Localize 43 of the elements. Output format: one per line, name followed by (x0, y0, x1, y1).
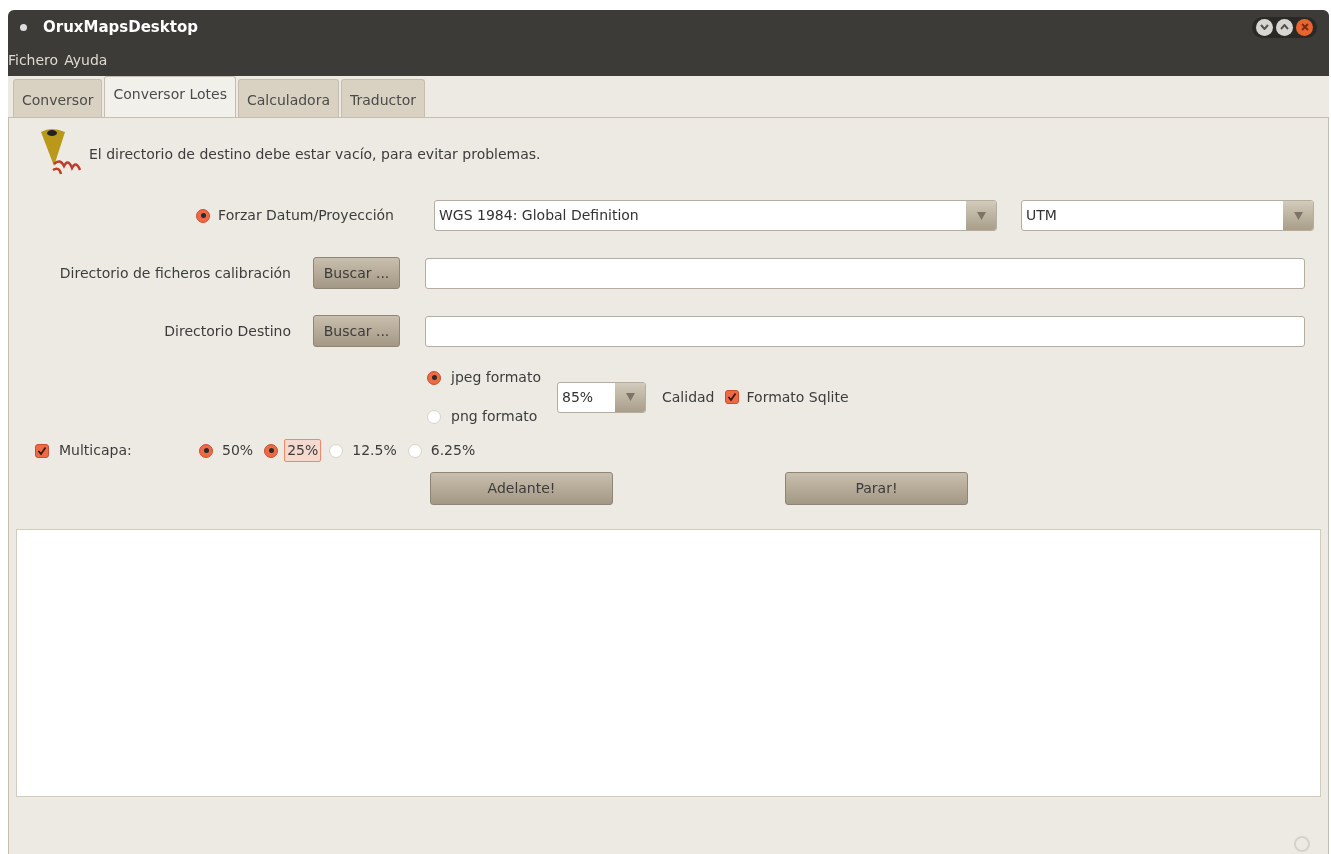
radio-button[interactable] (196, 208, 211, 223)
caret-icon (625, 393, 635, 401)
tab[interactable]: Traductor (341, 79, 426, 117)
action-button[interactable]: Parar! (785, 472, 968, 505)
radio-label: 25% (284, 439, 322, 462)
checkbox[interactable] (35, 443, 49, 458)
dropdown[interactable]: UTM (1021, 200, 1314, 231)
caret-icon (976, 211, 986, 220)
checkbox-label: Multicapa: (59, 441, 133, 460)
tab[interactable]: Conversor Lotes (104, 76, 236, 117)
dropdown[interactable]: WGS 1984: Global Definition (434, 200, 997, 231)
tab[interactable]: Calculadora (237, 79, 339, 117)
checkbox-label: Formato Sqlite (746, 387, 849, 407)
radio-label: png formato (451, 407, 538, 426)
menu-item[interactable]: Ayuda (64, 49, 108, 71)
spinner-icon (1294, 836, 1310, 852)
app-icon (20, 23, 27, 31)
window-title: OruxMapsDesktop (43, 16, 198, 38)
minimize-icon[interactable] (1256, 18, 1273, 36)
radio-label: 12.5% (351, 441, 398, 460)
radio-button[interactable] (427, 370, 441, 385)
radio-label: 6.25% (429, 441, 477, 460)
action-button[interactable]: Adelante! (430, 472, 613, 505)
caret-icon (1293, 211, 1303, 220)
radio-label: Forzar Datum/Proyección (218, 206, 394, 225)
browse-button[interactable]: Buscar ... (313, 315, 400, 347)
quality-label: Calidad (662, 387, 715, 407)
radio-label: 50% (221, 441, 255, 460)
notice-text: El directorio de destino debe estar vacío, para evitar problemas. (89, 144, 541, 164)
menu-item[interactable]: Fichero (8, 49, 59, 71)
maximize-icon[interactable] (1276, 18, 1293, 36)
input-field[interactable] (425, 315, 1305, 347)
tab[interactable]: Conversor (13, 79, 103, 117)
browse-button[interactable]: Buscar ... (313, 257, 400, 289)
input-field[interactable] (425, 257, 1305, 289)
dropdown[interactable]: 85% (557, 381, 646, 413)
radio-label: jpeg formato (451, 368, 541, 387)
close-icon[interactable] (1296, 18, 1313, 36)
radio-button[interactable] (199, 443, 213, 458)
field-label: Directorio Destino (163, 321, 291, 341)
field-label: Directorio de ficheros calibración (58, 263, 291, 283)
radio-button[interactable] (264, 443, 279, 458)
checkbox[interactable] (724, 389, 739, 404)
